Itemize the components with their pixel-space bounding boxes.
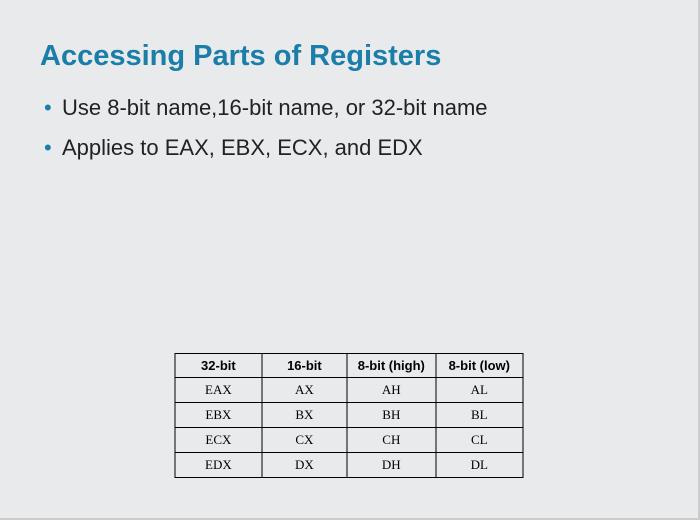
cell: CH <box>347 428 435 453</box>
bullet-list: Use 8-bit name,16-bit name, or 32-bit na… <box>44 95 658 161</box>
col-16bit: 16-bit <box>262 354 347 378</box>
cell: BH <box>347 403 435 428</box>
cell: EDX <box>175 453 262 478</box>
cell: BL <box>436 403 523 428</box>
cell: BX <box>262 403 347 428</box>
cell: ECX <box>175 428 262 453</box>
cell: AL <box>436 378 523 403</box>
col-8bit-high: 8-bit (high) <box>347 354 435 378</box>
cell: AH <box>347 378 435 403</box>
cell: EAX <box>175 378 262 403</box>
bullet-item: Use 8-bit name,16-bit name, or 32-bit na… <box>44 95 658 121</box>
register-table: 32-bit 16-bit 8-bit (high) 8-bit (low) E… <box>175 353 524 478</box>
col-8bit-low: 8-bit (low) <box>436 354 523 378</box>
cell: CL <box>436 428 523 453</box>
register-table-container: 32-bit 16-bit 8-bit (high) 8-bit (low) E… <box>175 353 524 478</box>
cell: EBX <box>175 403 262 428</box>
bullet-item: Applies to EAX, EBX, ECX, and EDX <box>44 135 658 161</box>
cell: CX <box>262 428 347 453</box>
cell: DL <box>436 453 523 478</box>
table-row: EDX DX DH DL <box>175 453 523 478</box>
table-row: EBX BX BH BL <box>175 403 523 428</box>
col-32bit: 32-bit <box>175 354 262 378</box>
table-row: ECX CX CH CL <box>175 428 523 453</box>
table-header-row: 32-bit 16-bit 8-bit (high) 8-bit (low) <box>175 354 523 378</box>
cell: DH <box>347 453 435 478</box>
table-row: EAX AX AH AL <box>175 378 523 403</box>
cell: AX <box>262 378 347 403</box>
slide-title: Accessing Parts of Registers <box>40 40 658 73</box>
cell: DX <box>262 453 347 478</box>
